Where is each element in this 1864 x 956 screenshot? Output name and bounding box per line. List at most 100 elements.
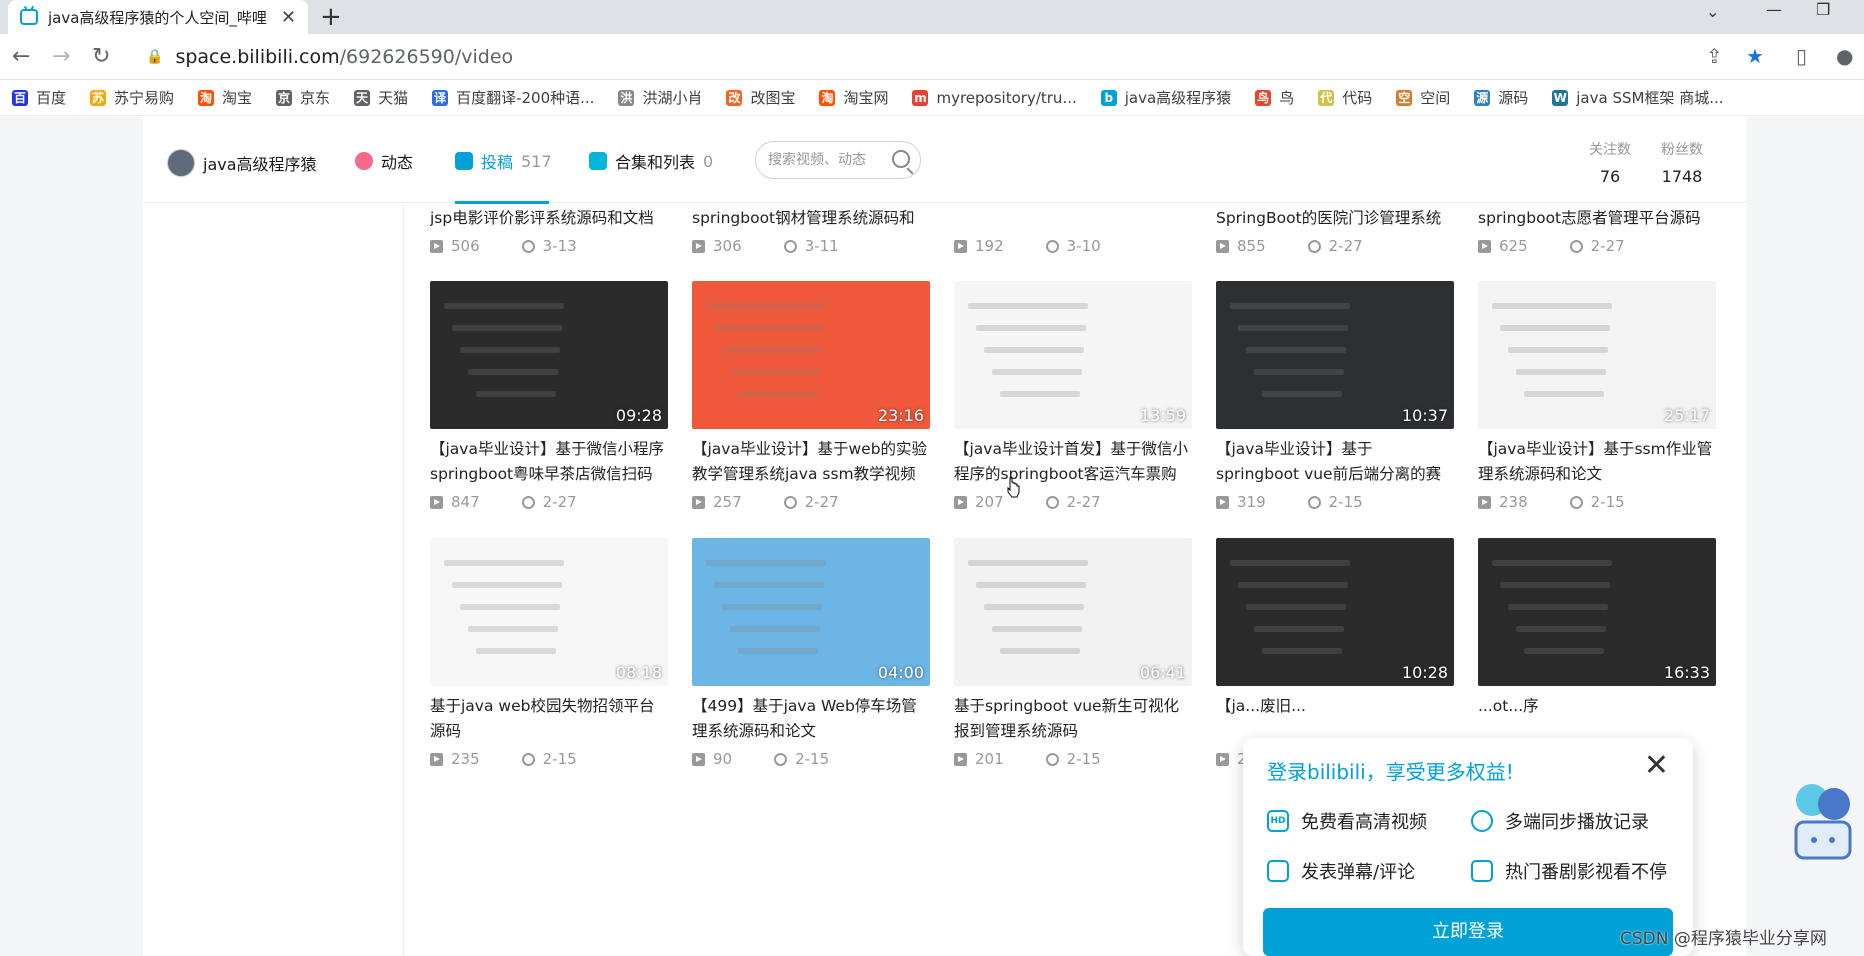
bookmark-item[interactable]: 代代码 xyxy=(1318,87,1372,108)
video-card[interactable]: 23:16 【java毕业设计】基于web的实验教学管理系统java ssm教学视… xyxy=(692,281,930,511)
popup-close-icon[interactable]: ✕ xyxy=(1644,748,1669,783)
followers-stat[interactable]: 粉丝数 1748 xyxy=(1661,139,1703,186)
upload-date: 2-27 xyxy=(804,493,839,511)
side-panel-icon[interactable]: ▯ xyxy=(1796,44,1807,68)
video-thumbnail[interactable]: 23:16 xyxy=(692,281,930,429)
thumbnail-detail xyxy=(460,604,560,610)
bookmark-star-icon[interactable]: ★ xyxy=(1746,44,1764,68)
video-card[interactable]: 10:37 【java毕业设计】基于springboot vue前后端分离的赛事疫… xyxy=(1216,281,1454,511)
play-count: 192 xyxy=(975,237,1004,255)
bookmark-item[interactable]: 空空间 xyxy=(1396,87,1450,108)
bookmark-item[interactable]: m myrepository/tru... xyxy=(912,89,1077,107)
thumbnail-detail xyxy=(1230,560,1350,566)
video-card[interactable]: 10:28 【ja...废旧... 2 xyxy=(1216,538,1454,768)
tab-close-icon[interactable]: ✕ xyxy=(281,7,296,28)
url-field[interactable]: 🔒 space.bilibili.com/692626590/video xyxy=(128,39,1698,75)
bookmark-item[interactable]: 百百度 xyxy=(12,87,66,108)
video-thumbnail[interactable]: 13:59 xyxy=(954,281,1192,429)
login-button[interactable]: 立即登录 xyxy=(1263,908,1673,956)
bookmark-item[interactable]: 苏苏宁易购 xyxy=(90,87,174,108)
search-icon[interactable] xyxy=(892,150,910,168)
reload-icon[interactable]: ↻ xyxy=(92,44,110,69)
thumbnail-detail xyxy=(1238,325,1348,331)
browser-tab[interactable]: java高级程序猿的个人空间_哔哩 ✕ xyxy=(8,0,308,34)
video-title[interactable]: 【ja...废旧... xyxy=(1216,694,1454,744)
thumbnail-detail xyxy=(1492,303,1612,309)
video-title[interactable]: 【java毕业设计】基于微信小程序springboot粤味早茶店微信扫码点 xyxy=(430,437,668,487)
upload-date: 2-27 xyxy=(1590,237,1625,255)
video-card[interactable]: 06:41 基于springboot vue新生可视化报到管理系统源码 201 2-1… xyxy=(954,538,1192,768)
thumbnail-detail xyxy=(476,391,556,397)
bookmark-item[interactable]: 淘淘宝网 xyxy=(819,87,888,108)
video-title[interactable]: 【java毕业设计】基于ssm作业管理系统源码和论文 xyxy=(1478,437,1716,487)
avatar xyxy=(167,149,195,177)
video-thumbnail[interactable]: 10:37 xyxy=(1216,281,1454,429)
video-card[interactable]: 04:00 【499】基于java Web停车场管理系统源码和论文 90 2-15 xyxy=(692,538,930,768)
bookmark-item[interactable]: 源源码 xyxy=(1474,87,1528,108)
video-thumbnail[interactable]: 25:17 xyxy=(1478,281,1716,429)
bookmark-item[interactable]: 天天猫 xyxy=(354,87,408,108)
video-title[interactable]: ...ot...序 xyxy=(1478,694,1716,744)
bookmark-item[interactable]: Wjava SSM框架 商城... xyxy=(1552,87,1724,108)
thumbnail-detail xyxy=(968,303,1088,309)
video-title[interactable]: 基于java web校园失物招领平台源码 xyxy=(430,694,668,744)
video-title[interactable]: 【java毕业设计】基于springboot vue前后端分离的赛事疫情管理系统 xyxy=(1216,437,1454,487)
thumbnail-detail xyxy=(730,626,820,632)
video-meta: 90 2-15 xyxy=(692,750,930,768)
share-icon[interactable]: ⇪ xyxy=(1706,44,1723,68)
video-thumbnail[interactable]: 10:28 xyxy=(1216,538,1454,686)
video-title[interactable]: 【java毕业设计】基于web的实验教学管理系统java ssm教学视频平 xyxy=(692,437,930,487)
bookmark-item[interactable]: 改改图宝 xyxy=(726,87,795,108)
video-thumbnail[interactable]: 16:33 xyxy=(1478,538,1716,686)
mascot-icon[interactable] xyxy=(1790,780,1856,876)
clock-icon xyxy=(1045,752,1059,766)
space-search-input[interactable]: 搜索视频、动态 xyxy=(755,141,921,179)
play-count: 319 xyxy=(1237,493,1266,511)
video-card[interactable]: 25:17 【java毕业设计】基于ssm作业管理系统源码和论文 238 2-15 xyxy=(1478,281,1716,511)
video-card[interactable]: 09:28 【java毕业设计】基于微信小程序springboot粤味早茶店微信扫… xyxy=(430,281,668,511)
play-count: 90 xyxy=(713,750,733,768)
video-title[interactable]: 【java毕业设计首发】基于微信小程序的springboot客运汽车票购票 xyxy=(954,437,1192,487)
following-stat[interactable]: 关注数 76 xyxy=(1589,139,1631,186)
bookmark-item[interactable]: 洪洪湖小肖 xyxy=(618,87,702,108)
video-card[interactable]: 08:18 基于java web校园失物招领平台源码 235 2-15 xyxy=(430,538,668,768)
thumbnail-detail xyxy=(476,648,556,654)
play-count: 306 xyxy=(713,237,742,255)
play-count-icon xyxy=(954,239,967,253)
bookmark-label: 源码 xyxy=(1498,89,1529,107)
video-title[interactable]: 【499】基于java Web停车场管理系统源码和论文 xyxy=(692,694,930,744)
video-duration: 04:00 xyxy=(877,663,924,682)
bookmark-item[interactable]: 京京东 xyxy=(276,87,330,108)
profile-icon[interactable]: ● xyxy=(1836,44,1853,68)
bookmark-item[interactable]: 淘淘宝 xyxy=(198,87,252,108)
restore-icon[interactable]: ❐ xyxy=(1816,0,1830,22)
thumbnail-detail xyxy=(460,347,560,353)
thumbnail-detail xyxy=(976,582,1086,588)
video-thumbnail[interactable]: 04:00 xyxy=(692,538,930,686)
forward-icon[interactable]: → xyxy=(52,44,70,69)
video-thumbnail[interactable]: 06:41 xyxy=(954,538,1192,686)
thumbnail-detail xyxy=(730,369,820,375)
video-title[interactable]: 基于springboot vue新生可视化报到管理系统源码 xyxy=(954,694,1192,744)
bookmark-favicon-icon: 苏 xyxy=(90,89,107,106)
bookmark-item[interactable]: b java高级程序猿 xyxy=(1100,87,1231,108)
video-thumbnail[interactable]: 08:18 xyxy=(430,538,668,686)
new-tab-button[interactable]: + xyxy=(320,2,342,32)
tab-search-chevron-icon[interactable]: ⌄ xyxy=(1706,2,1719,24)
thumbnail-detail xyxy=(738,391,818,397)
bookmark-item[interactable]: 鸟鸟 xyxy=(1255,87,1294,108)
back-icon[interactable]: ← xyxy=(12,44,30,69)
tab-posts[interactable]: 投稿 517 xyxy=(455,149,552,173)
divider xyxy=(403,203,404,956)
play-count: 506 xyxy=(451,237,480,255)
video-card[interactable]: 13:59 【java毕业设计首发】基于微信小程序的springboot客运汽车票… xyxy=(954,281,1192,511)
user-home-link[interactable]: java高级程序猿 xyxy=(167,149,317,177)
tab-dynamic[interactable]: 动态 xyxy=(355,149,413,173)
video-meta: 207 2-27 xyxy=(954,493,1192,511)
tab-collections[interactable]: 合集和列表 0 xyxy=(589,149,713,173)
bookmark-item[interactable]: 译百度翻译-200种语... xyxy=(432,87,594,108)
video-card[interactable]: 16:33 ...ot...序 xyxy=(1478,538,1716,763)
url-host: space.bilibili.com xyxy=(175,46,340,68)
video-thumbnail[interactable]: 09:28 xyxy=(430,281,668,429)
minimize-icon[interactable]: — xyxy=(1766,0,1782,22)
